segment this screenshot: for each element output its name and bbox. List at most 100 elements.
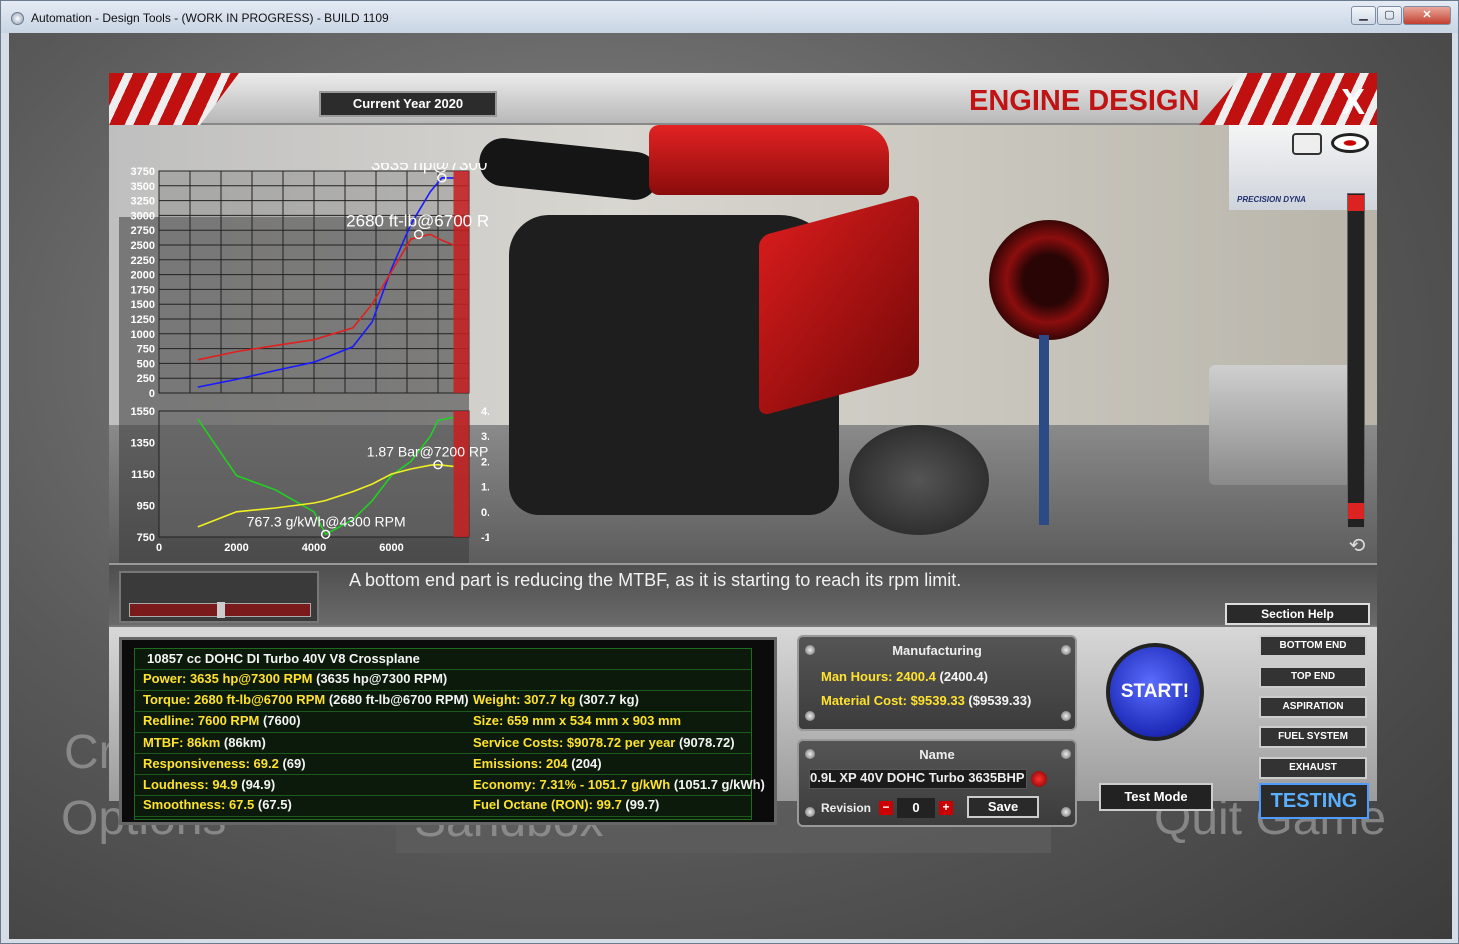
chart1-power-annotation: 3635 hp@7300 RPM xyxy=(371,163,489,174)
name-panel: Name 0.9L XP 40V DOHC Turbo 3635BHP Revi… xyxy=(797,739,1077,827)
stat-loudness: Loudness: 94.9 (94.9) xyxy=(143,777,275,792)
stat-loudness-ref: (94.9) xyxy=(237,777,276,792)
close-window-button[interactable]: ✕ xyxy=(1403,6,1451,25)
man-hours-ref: (2400.4) xyxy=(935,669,988,684)
mini-slider-thumb[interactable] xyxy=(217,602,225,618)
chart2-ytick-left: 750 xyxy=(137,532,155,544)
stats-grid: 10857 cc DOHC DI Turbo 40V V8 Crossplane… xyxy=(134,648,765,820)
save-button[interactable]: Save xyxy=(967,796,1039,818)
chart1-ytick-label: 1500 xyxy=(131,299,155,311)
chart1-ytick-label: 2250 xyxy=(131,255,155,267)
fuel-tank xyxy=(1209,365,1359,485)
chart2-fuel-annotation: 767.3 g/kWh@4300 RPM xyxy=(247,513,406,529)
material-cost-value: Material Cost: $9539.33 xyxy=(821,693,965,708)
background-menu-cr: Cr xyxy=(64,726,115,779)
chart2-xtick-label: 0 xyxy=(156,542,162,554)
rivet xyxy=(1061,807,1071,817)
stat-redline-ref: (7600) xyxy=(259,713,301,728)
power-torque-chart: 0 250 500 750 1000 1250 1500 1750 2000 2250 2500 27… xyxy=(131,163,489,400)
chart1-ytick-label: 3250 xyxy=(131,196,155,208)
chart2-ytick-right: 4.0 xyxy=(481,406,489,418)
window-title: Automation - Design Tools - (WORK IN PRO… xyxy=(31,11,389,25)
rivet xyxy=(805,711,815,721)
bottom-panel: 10857 cc DOHC DI Turbo 40V V8 Crossplane… xyxy=(109,625,1377,827)
hint-bar: A bottom end part is reducing the MTBF, … xyxy=(109,563,1377,625)
chart1-ytick-label: 250 xyxy=(137,373,155,385)
panel-header: Current Year 2020 ENGINE DESIGN X xyxy=(109,73,1377,125)
stat-torque-value: Torque: 2680 ft-lb@6700 RPM xyxy=(143,692,326,707)
performance-charts: 0 250 500 750 1000 1250 1500 1750 2000 2250 2500 27… xyxy=(131,163,489,554)
revision-increment-button[interactable]: + xyxy=(939,801,953,815)
stat-economy: Economy: 7.31% - 1051.7 g/kWh (1051.7 g/… xyxy=(473,777,765,792)
stat-mtbf-ref: (86km) xyxy=(220,735,266,750)
chart1-ytick-label: 750 xyxy=(137,344,155,356)
scroll-up-icon[interactable] xyxy=(1348,195,1364,211)
stat-power: Power: 3635 hp@7300 RPM (3635 hp@7300 RP… xyxy=(143,671,447,686)
revision-value: 0 xyxy=(897,798,935,818)
section-top-end-button[interactable]: TOP END xyxy=(1259,666,1367,688)
section-help-button[interactable]: Section Help xyxy=(1225,603,1370,625)
chart1-ytick-label: 3000 xyxy=(131,210,155,222)
stat-fuel-octane-value: Fuel Octane (RON): 99.7 xyxy=(473,797,622,812)
fuel-boost-chart: 750950115013501550-1.00.01.02.03.04.0020… xyxy=(131,406,489,554)
title-bar: Automation - Design Tools - (WORK IN PRO… xyxy=(1,1,1458,33)
engine-stand xyxy=(1039,335,1049,525)
stat-service-costs-value: Service Costs: $9078.72 per year xyxy=(473,735,676,750)
chart1-ytick-label: 3500 xyxy=(131,181,155,193)
manufacturing-panel: Manufacturing Man Hours: 2400.4 (2400.4)… xyxy=(797,635,1077,731)
start-button[interactable]: START! xyxy=(1106,643,1204,741)
testing-button[interactable]: TESTING xyxy=(1259,783,1369,819)
close-panel-button[interactable]: X xyxy=(1341,81,1365,123)
clear-name-icon[interactable] xyxy=(1031,771,1047,787)
stat-service-costs-ref: (9078.72) xyxy=(675,735,735,750)
current-year-label: Current Year 2020 xyxy=(319,91,497,117)
rotate-view-icon[interactable]: ⟲ xyxy=(1339,533,1375,557)
revision-decrement-button[interactable]: − xyxy=(879,801,893,815)
revision-label: Revision xyxy=(821,801,872,815)
chart1-ytick-label: 2500 xyxy=(131,240,155,252)
stat-weight-ref: (307.7 kg) xyxy=(575,692,639,707)
header-stripes-left xyxy=(109,73,239,125)
stat-responsiveness-value: Responsiveness: 69.2 xyxy=(143,756,279,771)
view-scrollbar[interactable] xyxy=(1347,193,1365,528)
section-bottom-end-button[interactable]: BOTTOM END xyxy=(1259,635,1367,657)
chart1-redline-zone xyxy=(453,171,469,393)
name-title: Name xyxy=(919,747,955,762)
stat-torque: Torque: 2680 ft-lb@6700 RPM (2680 ft-lb@… xyxy=(143,692,469,707)
engine-name-input[interactable]: 0.9L XP 40V DOHC Turbo 3635BHP xyxy=(809,769,1027,789)
poster-text: PRECISION DYNA xyxy=(1237,195,1306,204)
stat-fuel-octane: Fuel Octane (RON): 99.7 (99.7) xyxy=(473,797,659,812)
camera-icon[interactable] xyxy=(1292,133,1322,155)
stat-redline: Redline: 7600 RPM (7600) xyxy=(143,713,301,728)
engine-intake xyxy=(476,135,662,203)
stat-loudness-value: Loudness: 94.9 xyxy=(143,777,238,792)
chart2-boost-annotation: 1.87 Bar@7200 RPM xyxy=(367,444,489,460)
chart2-ytick-right: -1.0 xyxy=(481,532,489,544)
section-aspiration-button[interactable]: ASPIRATION xyxy=(1259,696,1367,718)
chart1-ytick-label: 2750 xyxy=(131,225,155,237)
stat-responsiveness: Responsiveness: 69.2 (69) xyxy=(143,756,306,771)
section-exhaust-button[interactable]: EXHAUST xyxy=(1259,757,1367,779)
chart2-ytick-left: 1150 xyxy=(131,469,155,481)
stat-mtbf: MTBF: 86km (86km) xyxy=(143,735,266,750)
scroll-down-icon[interactable] xyxy=(1348,503,1364,519)
stat-mtbf-value: MTBF: 86km xyxy=(143,735,221,750)
engine-name: 10857 cc DOHC DI Turbo 40V V8 Crossplane xyxy=(147,651,420,666)
chart2-ytick-right: 3.0 xyxy=(481,431,489,443)
chart1-torque-annotation: 2680 ft-lb@6700 RPM xyxy=(346,211,489,230)
chart1-ytick-label: 2000 xyxy=(131,270,155,282)
stat-economy-ref: (1051.7 g/kWh) xyxy=(670,777,765,792)
manufacturing-title: Manufacturing xyxy=(892,643,982,658)
maximize-button[interactable]: ▢ xyxy=(1377,6,1402,25)
mini-slider[interactable] xyxy=(129,602,311,618)
chart2-xtick-label: 4000 xyxy=(302,542,326,554)
section-fuel-system-button[interactable]: FUEL SYSTEM xyxy=(1259,726,1367,748)
chart1-ytick-label: 1000 xyxy=(131,329,155,341)
chart2-xtick-label: 2000 xyxy=(224,542,248,554)
minimize-button[interactable]: ▁ xyxy=(1351,6,1376,25)
rivet xyxy=(1061,711,1071,721)
stat-power-ref: (3635 hp@7300 RPM) xyxy=(312,671,448,686)
eye-icon[interactable] xyxy=(1331,133,1369,153)
stat-emissions-value: Emissions: 204 xyxy=(473,756,568,771)
test-mode-button[interactable]: Test Mode xyxy=(1099,783,1213,811)
